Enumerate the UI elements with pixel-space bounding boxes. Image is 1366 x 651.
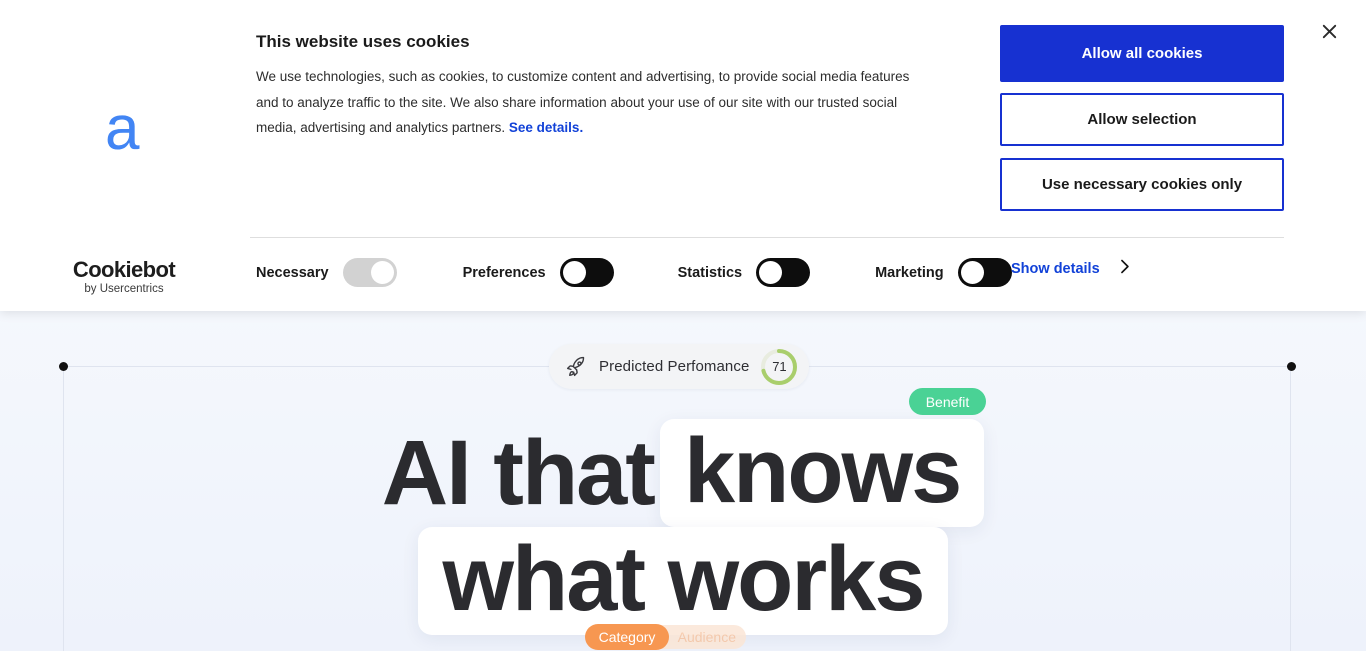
show-details-button[interactable]: Show details (1011, 258, 1133, 280)
toggle-knob (562, 261, 586, 284)
consent-necessary-toggle[interactable] (342, 258, 397, 287)
cookie-consent-banner: a This website uses cookies We use techn… (0, 0, 1366, 311)
chevron-right-icon (1116, 258, 1133, 280)
allow-all-cookies-button[interactable]: Allow all cookies (1000, 25, 1284, 82)
headline-line-2: what works (0, 527, 1366, 636)
toggle-knob (960, 261, 984, 284)
badge-category: Category (585, 624, 669, 650)
frame-corner-dot-left (59, 362, 68, 371)
frame-corner-dot-right (1287, 362, 1296, 371)
consent-preferences-toggle[interactable] (559, 258, 614, 287)
toggle-knob (370, 261, 394, 284)
consent-necessary-label: Necessary (256, 264, 329, 281)
headline-plain-text: AI that (381, 421, 656, 524)
cookiebot-logo-name: Cookiebot (72, 257, 176, 282)
consent-preferences-label: Preferences (462, 264, 546, 281)
headline-line-1: AI that knows (0, 418, 1366, 527)
consent-marketing: Marketing (875, 258, 1012, 287)
rocket-icon (563, 354, 589, 380)
consent-statistics-label: Statistics (677, 264, 743, 281)
cookiebot-logo: Cookiebot by Usercentrics (68, 258, 180, 297)
use-necessary-cookies-only-button[interactable]: Use necessary cookies only (1000, 158, 1284, 211)
consent-marketing-label: Marketing (875, 264, 944, 281)
consent-statistics-toggle[interactable] (756, 258, 811, 287)
headline-card-knows: knows (659, 418, 985, 527)
performance-ring: 71 (759, 347, 799, 387)
hero-headline: AI that knows what works (0, 418, 1366, 636)
allow-selection-button[interactable]: Allow selection (1000, 93, 1284, 146)
badge-benefit: Benefit (909, 388, 986, 415)
banner-divider (250, 237, 1284, 238)
consent-preferences: Preferences (463, 258, 614, 287)
see-details-link[interactable]: See details. (509, 120, 583, 135)
site-logo: a (105, 94, 140, 163)
performance-ring-value: 71 (772, 359, 787, 374)
cookiebot-logo-byline: by Usercentrics (84, 283, 164, 295)
consent-statistics: Statistics (677, 258, 811, 287)
consent-toggles-row: Necessary Preferences Statistics Marketi… (256, 258, 1012, 287)
consent-marketing-toggle[interactable] (957, 258, 1012, 287)
cookie-banner-body: We use technologies, such as cookies, to… (256, 64, 932, 141)
predicted-performance-label: Predicted Perfomance (599, 358, 750, 375)
predicted-performance-pill[interactable]: Predicted Perfomance 71 (549, 344, 810, 389)
consent-necessary: Necessary (256, 258, 397, 287)
toggle-knob (759, 261, 783, 284)
headline-card-what-works: what works (418, 527, 948, 636)
show-details-label: Show details (1011, 261, 1100, 277)
cookie-banner-title: This website uses cookies (256, 32, 470, 51)
close-icon[interactable] (1319, 21, 1340, 42)
